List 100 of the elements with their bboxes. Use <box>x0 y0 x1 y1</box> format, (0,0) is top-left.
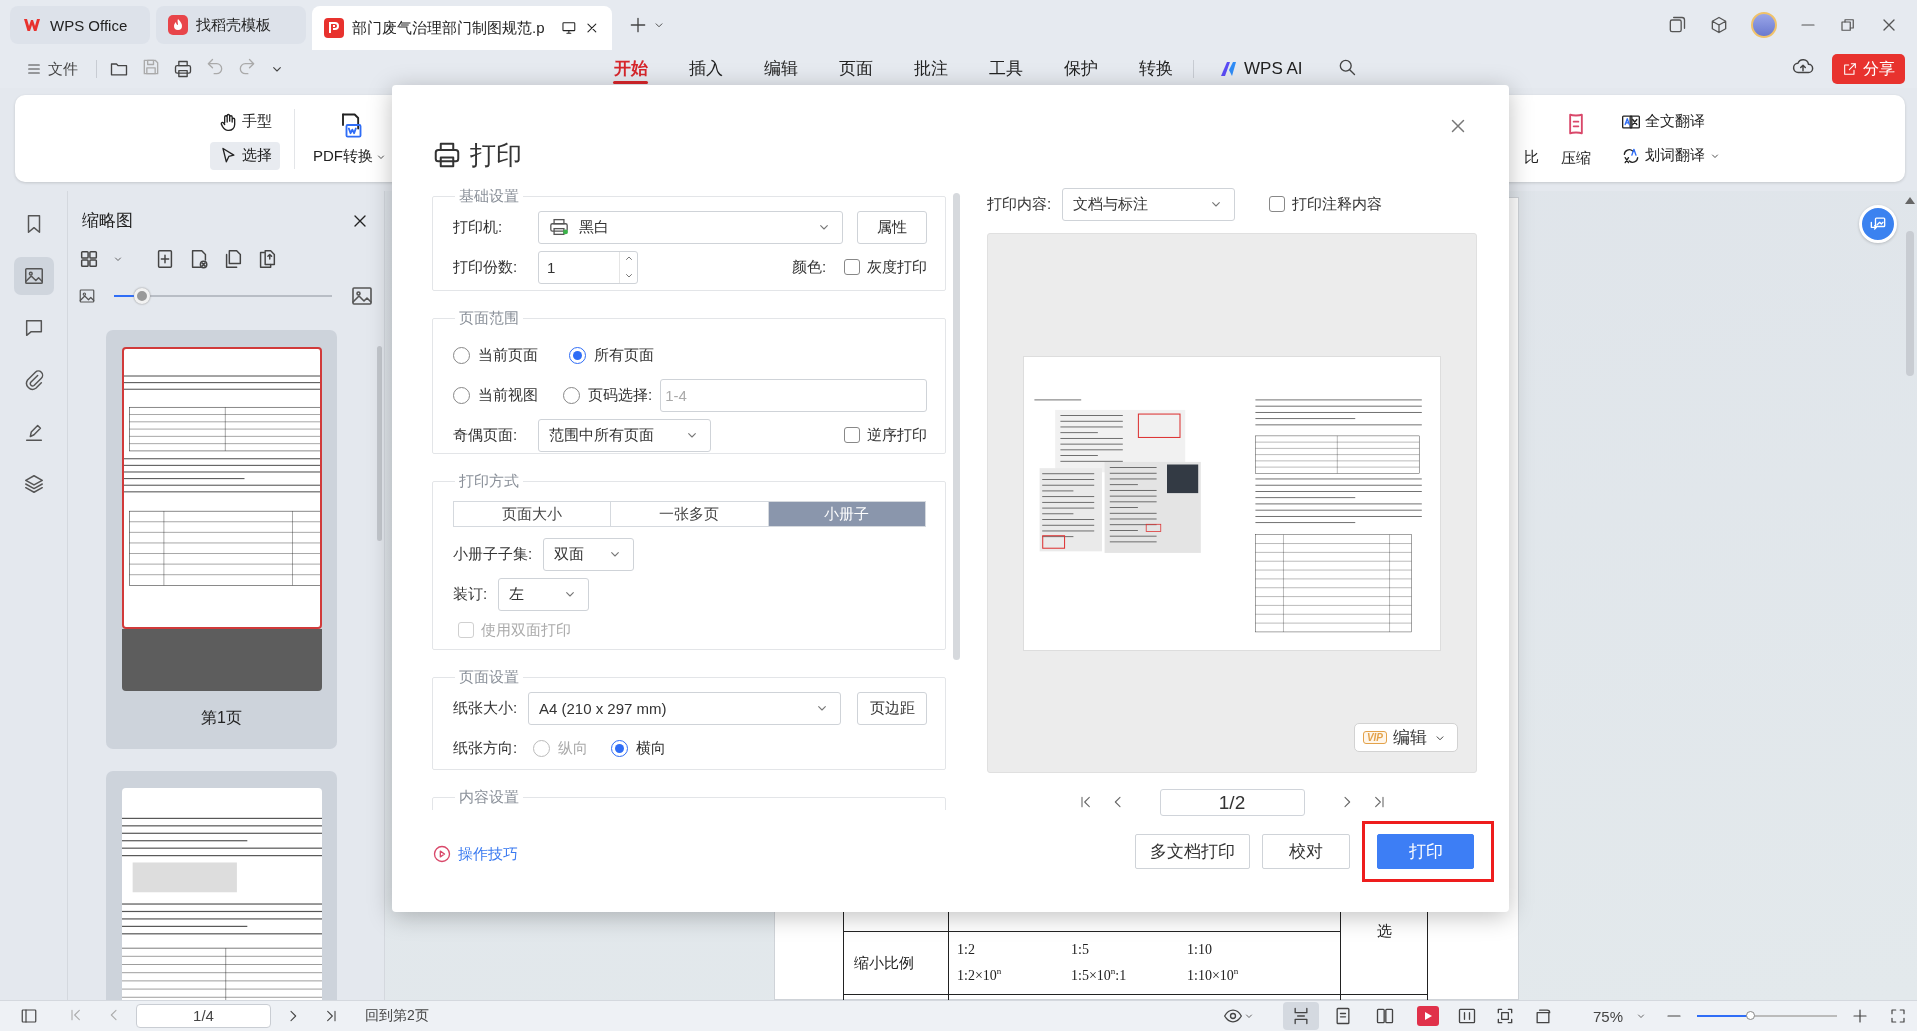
tool-button[interactable]: 手型 <box>210 107 280 136</box>
checkbox[interactable]: 打印注释内容 <box>1269 194 1382 214</box>
ribbon-label: 比 <box>1524 148 1539 167</box>
scroll-up-icon[interactable] <box>1905 197 1915 204</box>
back-link[interactable]: 回到第2页 <box>365 1007 429 1025</box>
print-mode-tab[interactable]: 一张多页 <box>611 502 769 526</box>
field-label: 纸张大小: <box>453 698 519 718</box>
sidebar-button[interactable] <box>13 257 54 295</box>
print-mode-tab[interactable]: 页面大小 <box>454 502 612 526</box>
play-button[interactable] <box>1416 1006 1439 1026</box>
table-cell: 选 <box>1376 923 1392 940</box>
ribbon-tab[interactable]: 插入 <box>668 52 743 86</box>
radio-button[interactable]: 所有页面 <box>569 345 654 365</box>
ribbon-tab[interactable]: 保护 <box>1043 52 1118 86</box>
radio-button[interactable]: 横向 <box>611 738 666 758</box>
table-cell-text: 1:2 <box>957 942 976 959</box>
radio-button[interactable]: 当前视图 <box>453 385 563 405</box>
page-label: 第1页 <box>201 708 242 728</box>
new-tab-icon[interactable] <box>628 15 648 35</box>
page-number-field[interactable]: 1/2 <box>1159 788 1305 816</box>
ribbon-tab[interactable]: 页面 <box>818 52 893 86</box>
dialog-button[interactable]: 多文档打印 <box>1135 833 1250 869</box>
share-icon <box>1842 61 1858 77</box>
tool-button[interactable]: 选择 <box>210 141 280 170</box>
pdf-convert-button[interactable]: PDF转换 <box>309 109 391 168</box>
table-cell: 缩小比例 <box>854 954 914 971</box>
booklet-subset-select[interactable]: 双面 <box>543 537 634 571</box>
radio-button[interactable]: 页码选择: <box>563 385 653 405</box>
section-legend: 基础设置 <box>455 187 523 206</box>
panel-title: 缩略图 <box>82 210 133 232</box>
page-thumbnail-card[interactable]: 第1页 <box>106 330 337 749</box>
section-legend: 页面设置 <box>455 668 523 687</box>
scrollbar-thumb[interactable] <box>1906 231 1914 376</box>
radio-button[interactable]: 当前页面 <box>453 345 569 365</box>
slider-handle[interactable] <box>1746 1011 1756 1020</box>
tab[interactable]: 找稻壳模板 <box>156 6 306 44</box>
dialog-title: 打印 <box>470 138 522 172</box>
menu-icon <box>26 61 42 77</box>
fullscreen-icon[interactable] <box>1889 1007 1907 1025</box>
zoom-in-icon[interactable] <box>1851 1007 1869 1025</box>
file-menu-button[interactable]: 文件 <box>20 55 84 83</box>
table-cell-text: 1:2×10$^{n}$ <box>957 966 1003 984</box>
properties-button[interactable]: 属性 <box>857 210 927 244</box>
printer-icon <box>432 140 462 170</box>
print-button[interactable]: 打印 <box>1377 833 1474 869</box>
printer-icon <box>549 218 569 236</box>
monitor-icon[interactable] <box>560 20 577 36</box>
grid-view-icon[interactable] <box>78 248 100 270</box>
compress-button[interactable]: 压缩 <box>1557 107 1595 170</box>
zoom-level[interactable]: 75% <box>1592 1007 1623 1025</box>
tab[interactable]: 部门废气治理部门制图规范.p <box>312 6 612 50</box>
printer-select[interactable]: 黑白 <box>538 210 843 244</box>
print-icon[interactable] <box>173 59 193 79</box>
avatar-icon[interactable] <box>1751 12 1777 38</box>
translate-button[interactable]: 划词翻译 <box>1613 141 1729 170</box>
checkbox[interactable]: 灰度打印 <box>844 257 927 277</box>
restore-icon[interactable] <box>1839 16 1857 34</box>
dialog-button[interactable]: 校对 <box>1262 833 1350 869</box>
template-app-icon <box>168 15 188 35</box>
sidebar-toggle-icon[interactable] <box>20 1007 38 1025</box>
paper-size-select[interactable]: A4 (210 x 297 mm) <box>528 691 841 725</box>
tab[interactable]: WPS Office <box>10 6 150 44</box>
binding-select[interactable]: 左 <box>498 577 589 611</box>
field-label: 小册子子集: <box>453 544 534 564</box>
window-tile-icon[interactable] <box>1667 15 1687 35</box>
ai-logo-icon <box>1220 61 1238 77</box>
field-label: 纸张方向: <box>453 738 519 758</box>
page-number-field[interactable]: 1/4 <box>136 1004 271 1028</box>
field-label: 装订: <box>453 584 489 604</box>
ribbon-tab[interactable]: 开始 <box>593 52 668 86</box>
table-cell-text: 1:10 <box>1187 942 1213 959</box>
translate-button[interactable]: 全文翻译 <box>1613 107 1729 136</box>
print-content-select[interactable]: 文档与标注 <box>1062 187 1235 221</box>
odd-even-select[interactable]: 范围中所有页面 <box>538 418 711 452</box>
share-button[interactable]: 分享 <box>1832 54 1905 84</box>
ribbon-tab[interactable]: 编辑 <box>743 52 818 86</box>
checkbox[interactable]: 逆序打印 <box>844 425 927 445</box>
page-thumbnail-card[interactable] <box>106 771 337 1000</box>
cube-icon[interactable] <box>1709 15 1729 35</box>
floating-action-button[interactable] <box>1859 205 1897 243</box>
image-icon[interactable] <box>350 284 374 308</box>
ribbon-tab[interactable]: 批注 <box>893 52 968 86</box>
fit-width-icon[interactable] <box>1456 1006 1477 1026</box>
play-icon <box>1422 1011 1433 1021</box>
table-cell-text: 1:5×10$^{n}$:1 <box>1071 966 1128 984</box>
ribbon-tab[interactable]: 工具 <box>968 52 1043 86</box>
tips-link[interactable]: 操作技巧 <box>432 844 518 864</box>
scrollbar-thumb[interactable] <box>953 193 960 660</box>
view-mode-button[interactable] <box>1282 1002 1319 1030</box>
wps-ai-button[interactable]: WPS AI <box>1214 55 1309 83</box>
layers-icon <box>22 473 45 495</box>
field-label: 打印内容: <box>987 194 1053 214</box>
image-icon[interactable] <box>78 287 96 305</box>
field-label: 奇偶页面: <box>453 425 519 445</box>
field-label: 颜色: <box>792 257 828 277</box>
margins-button[interactable]: 页边距 <box>857 691 927 725</box>
copies-spinner[interactable]: 1 <box>538 250 638 284</box>
edit-button[interactable]: VIP 编辑 <box>1353 723 1458 752</box>
hand-icon <box>218 111 238 132</box>
ribbon-tab[interactable]: 转换 <box>1118 52 1193 86</box>
